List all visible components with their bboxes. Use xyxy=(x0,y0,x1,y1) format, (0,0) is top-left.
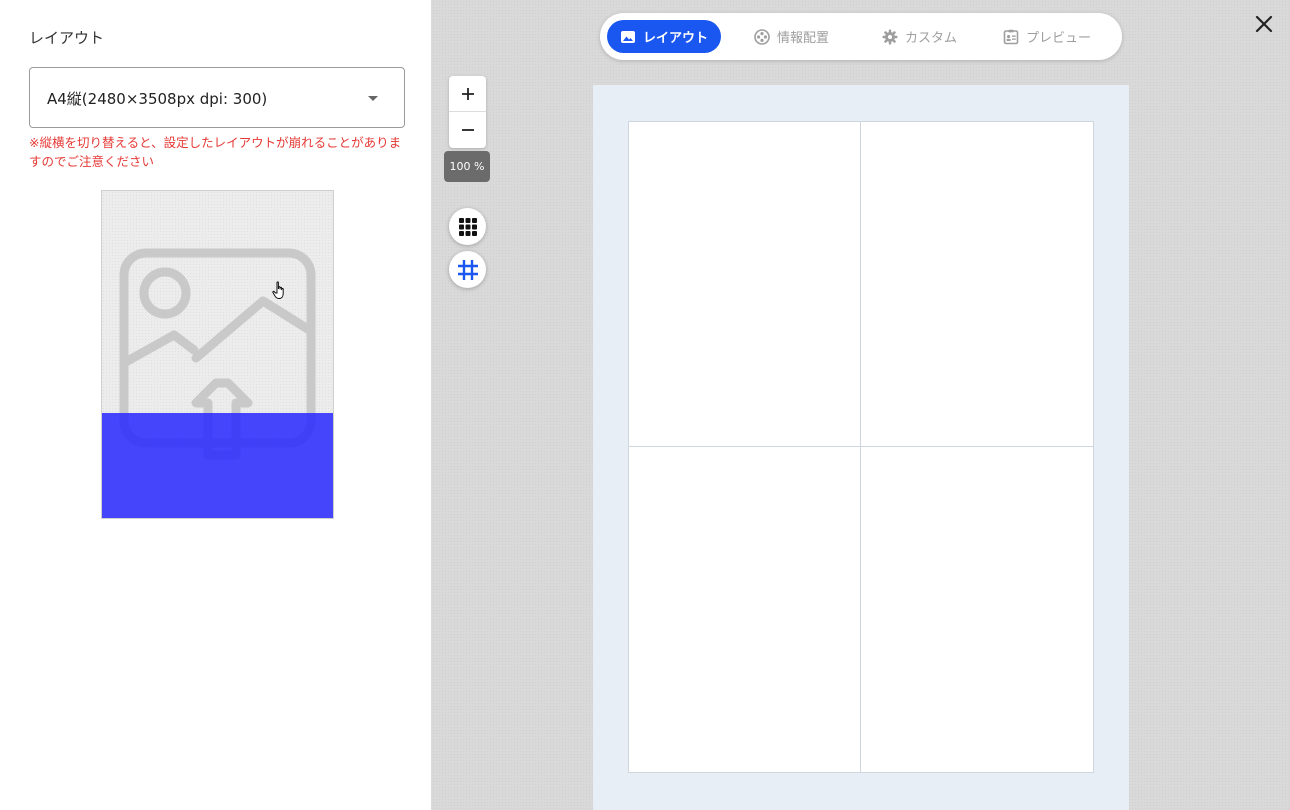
upload-progress-overlay xyxy=(102,413,333,518)
orientation-warning: ※縦横を切り替えると、設定したレイアウトが崩れることがありますのでご注意ください xyxy=(29,135,402,169)
layout-cell[interactable] xyxy=(629,122,861,447)
hand-pointer-icon xyxy=(272,281,284,300)
snap-dots-toggle[interactable] xyxy=(449,208,486,245)
image-upload-area[interactable] xyxy=(101,190,334,519)
tab-layout[interactable]: レイアウト xyxy=(607,20,722,53)
plus-icon xyxy=(461,87,474,100)
close-icon xyxy=(1255,15,1273,33)
step-tabs: レイアウト 情報配置 カスタム プレビュー xyxy=(600,13,1122,60)
gear-icon xyxy=(882,29,898,44)
layout-area xyxy=(628,121,1094,773)
tab-custom[interactable]: カスタム xyxy=(869,20,970,53)
layout-cell[interactable] xyxy=(861,122,1093,447)
tab-layout-label: レイアウト xyxy=(643,31,709,46)
paper-size-select[interactable]: A4縦(2480×3508px dpi: 300) xyxy=(29,67,405,128)
tab-preview[interactable]: プレビュー xyxy=(990,20,1104,53)
film-reel-icon xyxy=(754,28,770,45)
image-icon xyxy=(621,30,635,43)
tab-preview-label: プレビュー xyxy=(1026,31,1092,46)
paper-size-value: A4縦(2480×3508px dpi: 300) xyxy=(47,90,268,108)
minus-icon xyxy=(461,129,474,131)
zoom-controls xyxy=(449,76,486,148)
tab-info-placement[interactable]: 情報配置 xyxy=(741,20,842,53)
grid-lines-toggle[interactable] xyxy=(449,251,486,288)
zoom-level: 100 % xyxy=(444,151,490,182)
zoom-out-button[interactable] xyxy=(449,112,486,148)
hash-grid-icon xyxy=(457,259,478,280)
dropdown-arrow-icon xyxy=(368,96,378,101)
tab-info-placement-label: 情報配置 xyxy=(777,31,830,46)
layout-cell[interactable] xyxy=(861,447,1093,772)
id-card-icon xyxy=(1003,29,1019,44)
dot-grid-icon xyxy=(458,217,477,236)
layout-canvas xyxy=(593,85,1129,810)
close-button[interactable] xyxy=(1252,12,1276,36)
panel-title: レイアウト xyxy=(29,29,105,47)
layout-panel: レイアウト A4縦(2480×3508px dpi: 300) ※縦横を切り替え… xyxy=(0,0,431,810)
zoom-in-button[interactable] xyxy=(449,76,486,112)
layout-cell[interactable] xyxy=(629,447,861,772)
tab-custom-label: カスタム xyxy=(905,31,958,46)
